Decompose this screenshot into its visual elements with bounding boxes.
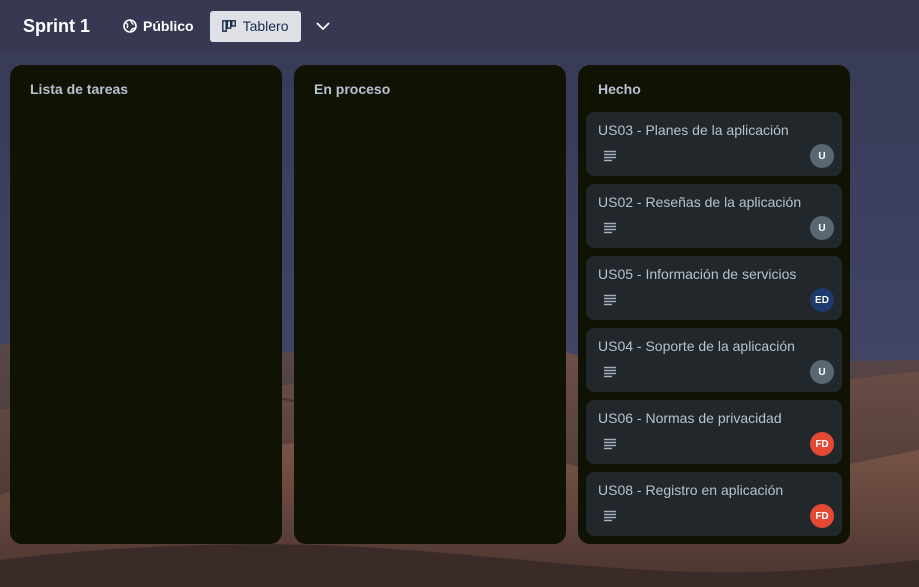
description-icon xyxy=(604,150,616,162)
description-icon xyxy=(604,222,616,234)
list-hecho[interactable]: Hecho US03 - Planes de la aplicación U U… xyxy=(578,65,850,544)
card-title: US03 - Planes de la aplicación xyxy=(598,122,789,138)
card[interactable]: US06 - Normas de privacidad FD xyxy=(586,400,842,464)
description-icon xyxy=(604,366,616,378)
avatar[interactable]: ED xyxy=(810,288,834,312)
description-icon xyxy=(604,438,616,450)
chevron-down-icon xyxy=(315,22,330,30)
list-en-proceso[interactable]: En proceso xyxy=(294,65,566,544)
board-header: Sprint 1 Público Tablero xyxy=(0,0,919,52)
card[interactable]: US04 - Soporte de la aplicación U xyxy=(586,328,842,392)
card[interactable]: US08 - Registro en aplicación FD xyxy=(586,472,842,536)
avatar[interactable]: FD xyxy=(810,504,834,528)
card[interactable]: US03 - Planes de la aplicación U xyxy=(586,112,842,176)
board-view-label: Tablero xyxy=(242,18,289,34)
card-title: US05 - Información de servicios xyxy=(598,266,797,282)
visibility-label: Público xyxy=(143,18,194,34)
globe-icon xyxy=(123,19,137,33)
board-title[interactable]: Sprint 1 xyxy=(23,16,90,37)
card-title: US06 - Normas de privacidad xyxy=(598,410,782,426)
card[interactable]: US05 - Información de servicios ED xyxy=(586,256,842,320)
card-title: US08 - Registro en aplicación xyxy=(598,482,784,498)
board-canvas: Lista de tareas En proceso Hecho US03 - … xyxy=(10,65,850,544)
visibility-button[interactable]: Público xyxy=(123,10,194,42)
list-title[interactable]: Hecho xyxy=(586,65,842,112)
avatar[interactable]: FD xyxy=(810,432,834,456)
description-icon xyxy=(604,294,616,306)
description-icon xyxy=(604,510,616,522)
view-switcher-button[interactable] xyxy=(311,14,335,38)
board-icon xyxy=(221,20,236,32)
avatar[interactable]: U xyxy=(810,216,834,240)
board-view-button[interactable]: Tablero xyxy=(209,10,301,42)
card-title: US04 - Soporte de la aplicación xyxy=(598,338,795,354)
list-title[interactable]: Lista de tareas xyxy=(18,65,274,112)
avatar[interactable]: U xyxy=(810,144,834,168)
list-title[interactable]: En proceso xyxy=(302,65,558,112)
card-list: US03 - Planes de la aplicación U US02 - … xyxy=(586,112,842,536)
avatar[interactable]: U xyxy=(810,360,834,384)
list-lista-de-tareas[interactable]: Lista de tareas xyxy=(10,65,282,544)
card-title: US02 - Reseñas de la aplicación xyxy=(598,194,802,210)
card[interactable]: US02 - Reseñas de la aplicación U xyxy=(586,184,842,248)
